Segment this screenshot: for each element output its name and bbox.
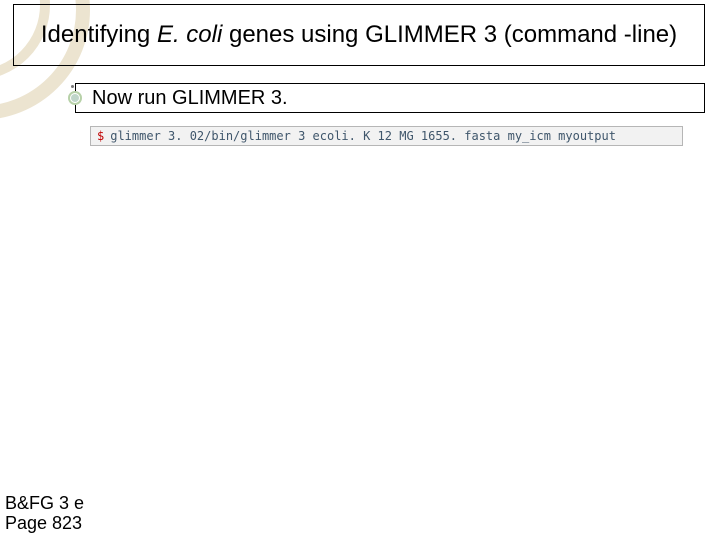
slide-title: Identifying E. coli genes using GLIMMER … <box>41 21 677 49</box>
title-part-italic: E. coli <box>157 21 222 48</box>
title-part-post: genes using GLIMMER 3 (command -line) <box>222 21 677 48</box>
bullet-text: Now run GLIMMER 3. <box>92 87 288 110</box>
slide: Identifying E. coli genes using GLIMMER … <box>0 0 720 540</box>
footer-line-1: B&FG 3 e <box>5 493 84 514</box>
command-box: $ glimmer 3. 02/bin/glimmer 3 ecoli. K 1… <box>90 126 683 146</box>
command-prompt: $ <box>97 129 104 143</box>
footer: B&FG 3 e Page 823 <box>5 493 84 534</box>
title-container: Identifying E. coli genes using GLIMMER … <box>13 4 705 66</box>
bullet-icon <box>68 91 82 105</box>
command-line: glimmer 3. 02/bin/glimmer 3 ecoli. K 12 … <box>110 129 616 143</box>
footer-line-2: Page 823 <box>5 513 84 534</box>
bullet-row: Now run GLIMMER 3. <box>75 83 705 113</box>
title-part-pre: Identifying <box>41 21 157 48</box>
